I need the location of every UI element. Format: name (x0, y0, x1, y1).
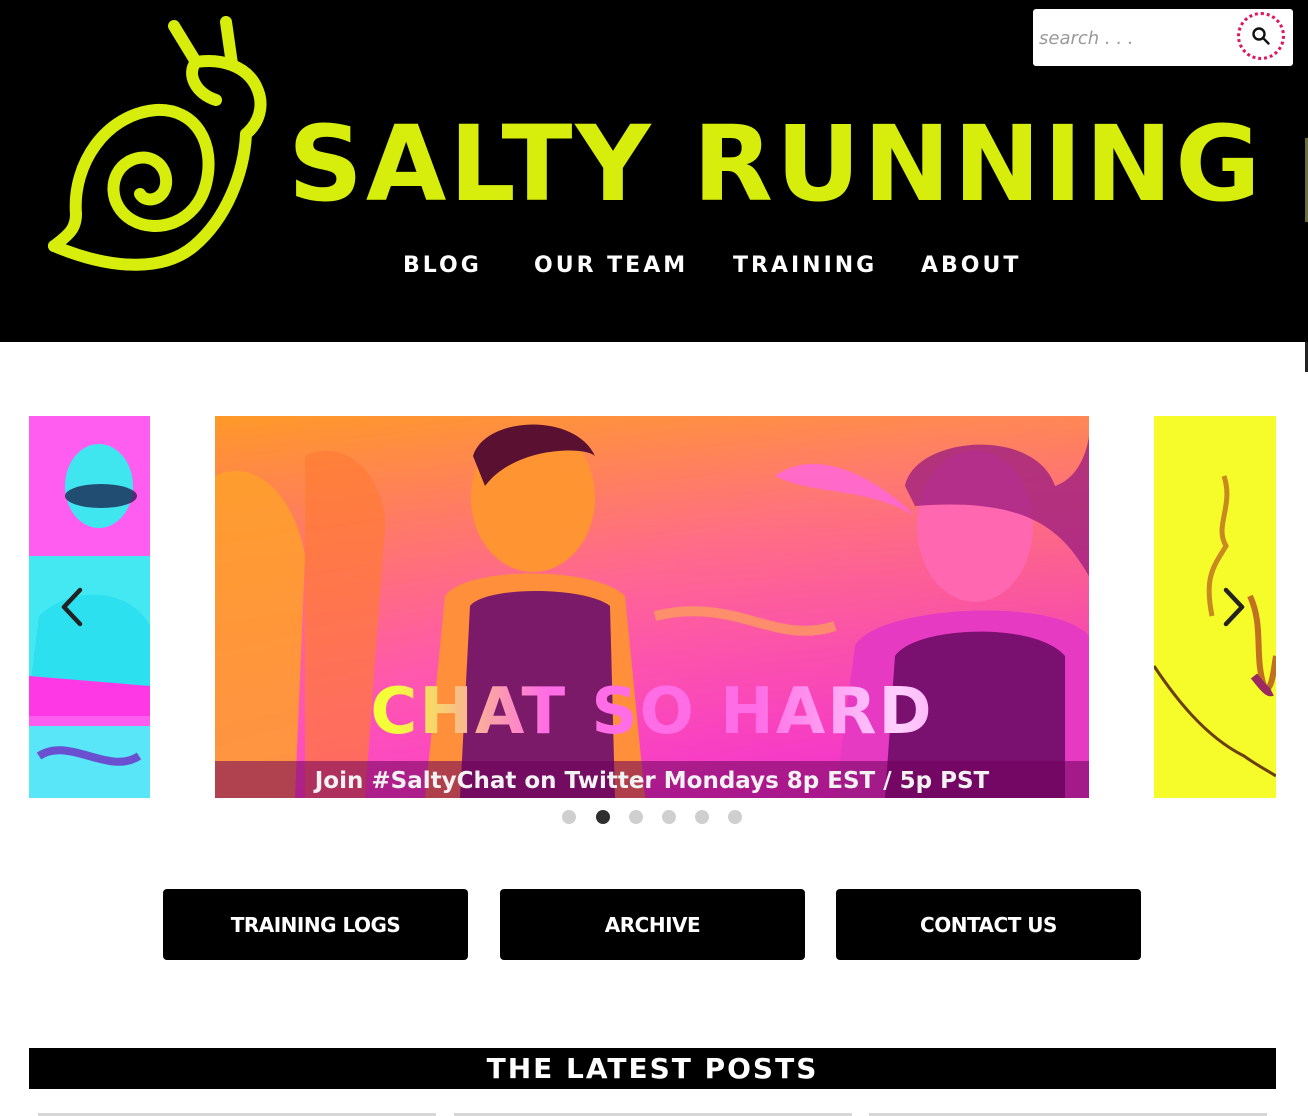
latest-posts-title: THE LATEST POSTS (486, 1052, 819, 1085)
search-input[interactable] (1037, 21, 1231, 55)
latest-posts-header: THE LATEST POSTS (29, 1048, 1276, 1089)
chevron-right-icon[interactable] (1214, 582, 1254, 632)
slide-caption-bar: Join #SaltyChat on Twitter Mondays 8p ES… (215, 761, 1089, 798)
nav-item-blog[interactable]: BLOG (403, 248, 482, 284)
main-nav: BLOG OUR TEAM TRAINING ABOUT (0, 248, 1308, 284)
slide-headline: CHAT SO HARD (215, 672, 1089, 752)
nav-item-about[interactable]: ABOUT (921, 248, 1021, 284)
slider-dot-5[interactable] (695, 810, 709, 824)
slider-dot-3[interactable] (629, 810, 643, 824)
chevron-left-icon[interactable] (52, 582, 92, 632)
slider-dot-2[interactable] (596, 810, 610, 824)
archive-button[interactable]: ARCHIVE (500, 889, 805, 960)
nav-item-training[interactable]: TRAINING (733, 248, 877, 284)
slider-dot-6[interactable] (728, 810, 742, 824)
snail-icon[interactable] (46, 14, 282, 276)
search-button[interactable] (1237, 12, 1285, 60)
slide-caption: Join #SaltyChat on Twitter Mondays 8p ES… (314, 768, 990, 794)
slider-dot-4[interactable] (662, 810, 676, 824)
contact-us-button[interactable]: CONTACT US (836, 889, 1141, 960)
search-icon (1252, 27, 1270, 45)
site-header: SALTY RUNNING BLOG OUR TEAM TRAINING ABO… (0, 0, 1308, 342)
slider-dot-1[interactable] (562, 810, 576, 824)
site-title[interactable]: SALTY RUNNING (288, 104, 1268, 224)
nav-item-our-team[interactable]: OUR TEAM (534, 248, 688, 284)
slider-pagination (562, 810, 752, 826)
training-logs-button[interactable]: TRAINING LOGS (163, 889, 468, 960)
